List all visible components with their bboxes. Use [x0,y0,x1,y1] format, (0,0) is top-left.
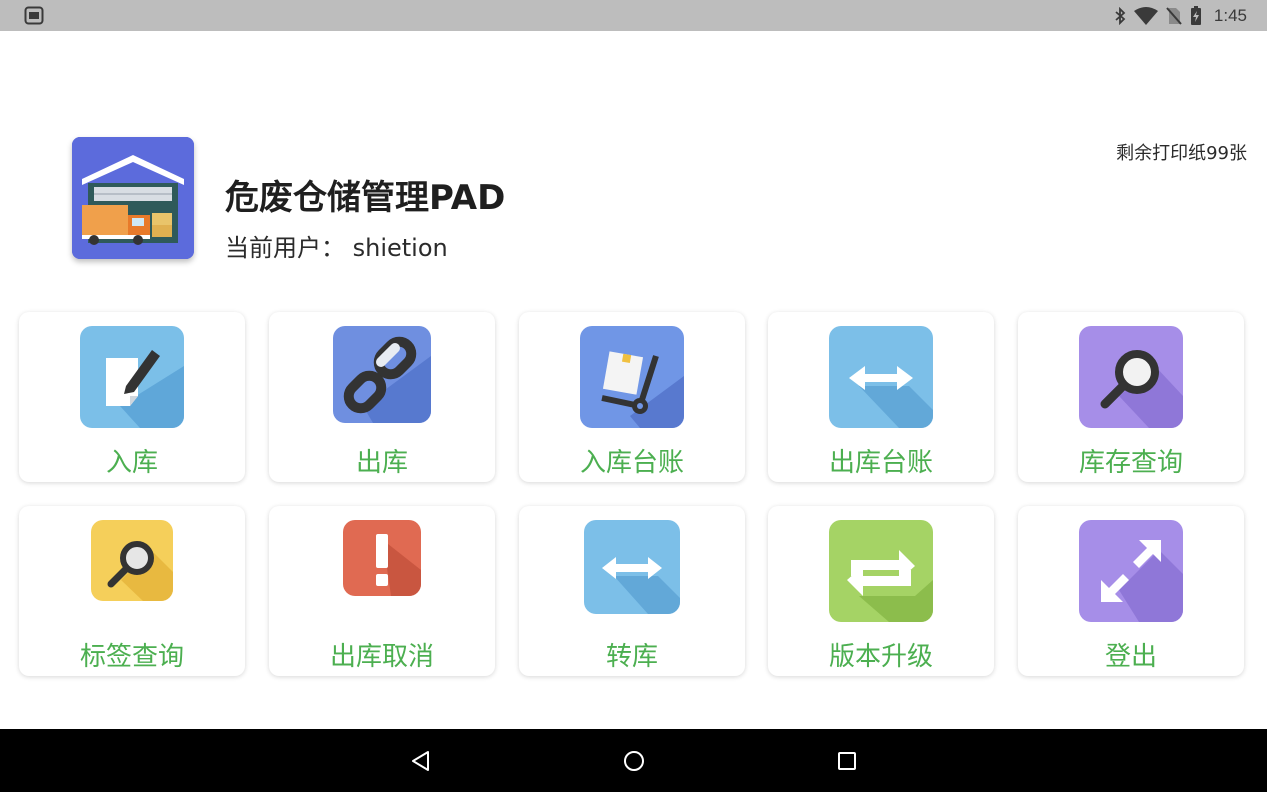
tile-label: 出库台账 [828,448,933,478]
tile-outbound[interactable]: 出库 [269,312,495,482]
refresh-arrows-icon [829,520,933,622]
hand-truck-icon [580,326,684,428]
paper-remaining: 剩余打印纸99张 [1116,143,1247,164]
home-icon[interactable] [621,748,647,774]
double-arrow-icon [584,520,680,614]
tile-inventory-query[interactable]: 库存查询 [1018,312,1244,482]
tile-inbound[interactable]: 入库 [19,312,245,482]
navigation-bar [0,729,1267,792]
chain-link-icon [333,326,431,423]
wifi-icon [1133,6,1158,25]
clock-time: 1:45 [1213,5,1247,25]
battery-charging-icon [1190,5,1202,26]
tile-label: 标签查询 [79,642,184,672]
tile-label: 登出 [1104,642,1157,672]
magnifier-icon [1079,326,1183,428]
tile-logout[interactable]: 登出 [1018,506,1244,676]
tile-label: 出库 [355,448,408,478]
bluetooth-icon [1114,6,1126,25]
screenshot-icon [24,6,44,25]
app-logo [72,137,194,259]
tile-label-query[interactable]: 标签查询 [19,506,245,676]
tile-cancel-outbound[interactable]: 出库取消 [269,506,495,676]
magnifier-icon [91,520,173,601]
back-icon[interactable] [408,748,434,774]
double-arrow-icon [829,326,933,428]
status-bar: 1:45 [0,0,1267,31]
tile-version-upgrade[interactable]: 版本升级 [768,506,994,676]
edit-document-icon [80,326,184,428]
tile-label: 出库取消 [329,642,434,672]
tile-label: 转库 [605,642,658,672]
status-icons: 1:45 [1114,0,1247,31]
tile-label: 入库台账 [579,448,684,478]
tile-label: 库存查询 [1078,448,1183,478]
tile-label: 入库 [105,448,158,478]
app-title: 危废仓储管理PAD [225,178,506,218]
tile-label: 版本升级 [828,642,933,672]
recents-icon[interactable] [834,748,860,774]
tile-inbound-ledger[interactable]: 入库台账 [519,312,745,482]
current-user: 当前用户： shietion [225,234,448,262]
exclamation-icon [343,520,421,596]
expand-arrows-icon [1079,520,1183,622]
no-sim-icon [1166,6,1182,25]
tile-transfer[interactable]: 转库 [519,506,745,676]
tile-outbound-ledger[interactable]: 出库台账 [768,312,994,482]
